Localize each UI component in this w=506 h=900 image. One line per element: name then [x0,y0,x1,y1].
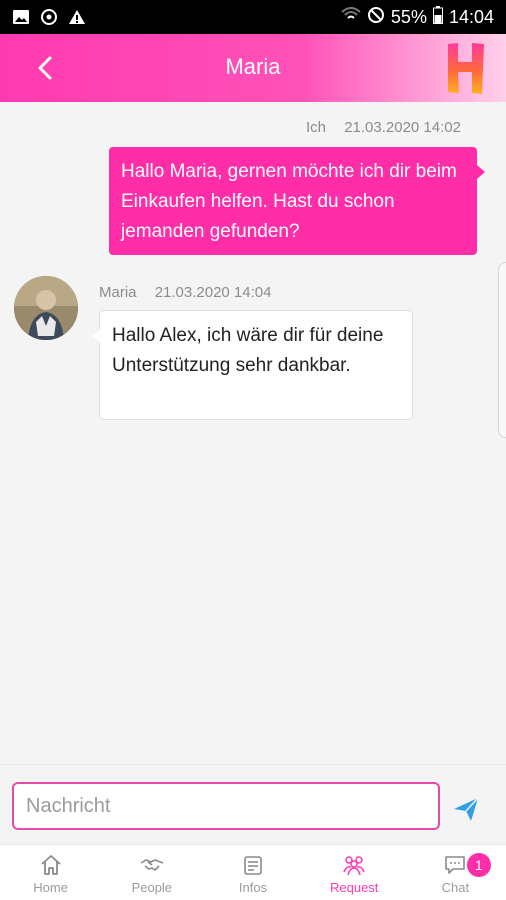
sync-icon [40,8,58,26]
nav-label-infos: Infos [238,880,268,895]
nav-label-people: People [131,880,173,895]
message-text: Hallo Maria, gernen möchte ich dir beim … [121,161,457,242]
send-icon [454,797,479,821]
nav-label-request: Request [330,880,379,895]
news-icon [244,856,262,875]
app-header: Maria [0,34,506,102]
nav-item-request[interactable]: Request [304,845,405,900]
nav-item-chat[interactable]: Chat 1 [405,845,506,900]
message-meta-incoming: Maria 21.03.2020 14:04 [99,284,271,301]
do-not-disturb-icon [367,6,385,29]
message-bubble-outgoing[interactable]: Hallo Maria, gernen möchte ich dir beim … [109,147,485,255]
group-icon [343,856,365,876]
wifi-icon [341,7,361,28]
nav-item-home[interactable]: Home [0,845,101,900]
warning-icon [68,8,86,26]
message-sender: Ich [306,119,327,136]
status-icons-right: 55% 14:04 [341,6,494,29]
user-photo-icon [14,276,78,340]
message-timestamp: 21.03.2020 14:02 [344,119,461,136]
send-button[interactable] [452,795,480,823]
battery-percent: 55% [390,7,427,27]
handshake-icon [140,859,164,871]
message-sender: Maria [99,284,137,301]
message-input[interactable] [12,782,440,830]
unread-badge: 1 [466,853,491,877]
nav-label-home: Home [33,880,68,895]
nav-item-infos[interactable]: Infos [202,845,303,900]
image-icon [12,8,30,26]
message-meta-outgoing: Ich 21.03.2020 14:02 [306,119,461,136]
chat-icon [445,856,466,874]
message-text: Hallo Alex, ich wäre dir für deine Unter… [112,325,384,376]
status-icons-left [12,8,86,26]
clock: 14:04 [448,7,494,27]
bottom-navigation: Home People Infos Request Chat 1 [0,844,506,900]
nav-label-chat: Chat [441,880,470,895]
avatar[interactable] [14,276,78,340]
home-icon [40,855,61,875]
battery-icon [432,6,443,29]
chat-title: Maria [225,54,281,79]
app-logo-icon [444,40,488,96]
nav-item-people[interactable]: People [101,845,202,900]
message-timestamp: 21.03.2020 14:04 [154,284,272,301]
message-composer [0,764,506,844]
message-bubble-incoming[interactable]: Hallo Alex, ich wäre dir für deine Unter… [92,310,413,420]
status-bar: 55% 14:04 [0,0,506,34]
side-drawer-handle[interactable] [498,262,506,438]
